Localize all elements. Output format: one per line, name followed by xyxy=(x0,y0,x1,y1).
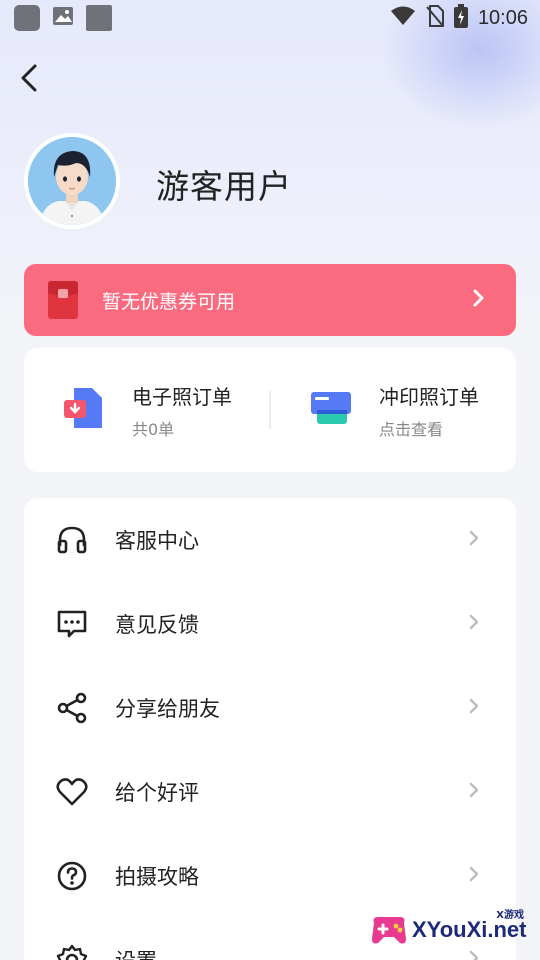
orders-card: 电子照订单 共0单 冲印照订单 点击查看 xyxy=(24,348,516,472)
print-order-icon xyxy=(309,386,353,434)
e-photo-order-icon xyxy=(62,386,106,434)
status-bar: 10:06 xyxy=(0,0,540,36)
username[interactable]: 游客用户 xyxy=(156,160,292,208)
chevron-right-icon xyxy=(468,780,480,804)
menu-item-feedback[interactable]: 意见反馈 xyxy=(24,582,516,666)
back-button[interactable] xyxy=(16,60,46,96)
menu-label: 拍摄攻略 xyxy=(115,865,199,889)
chevron-left-icon xyxy=(21,64,37,92)
chevron-right-icon xyxy=(468,696,480,720)
menu-label: 客服中心 xyxy=(115,529,199,553)
print-order-button[interactable]: 冲印照订单 点击查看 xyxy=(271,381,516,440)
no-sim-icon xyxy=(426,4,444,32)
watermark-small-text: X游戏 xyxy=(496,910,524,921)
chevron-right-icon xyxy=(472,288,486,312)
battery-charging-icon xyxy=(453,3,468,33)
chevron-right-icon xyxy=(468,864,480,888)
menu-label: 设置 xyxy=(115,945,157,960)
chevron-right-icon xyxy=(468,528,480,552)
share-icon xyxy=(56,692,88,724)
wifi-icon xyxy=(390,6,416,31)
menu-item-customer-service[interactable]: 客服中心 xyxy=(24,498,516,582)
settings-icon xyxy=(56,944,88,960)
watermark: XYouXi.net X游戏 xyxy=(368,902,536,958)
gallery-notification-icon xyxy=(52,6,74,30)
e-photo-order-button[interactable]: 电子照订单 共0单 xyxy=(24,381,269,440)
notification-app-icon xyxy=(14,5,40,31)
menu-label: 意见反馈 xyxy=(115,613,199,637)
e-photo-order-count: 共0单 xyxy=(132,419,175,439)
coupon-text: 暂无优惠券可用 xyxy=(102,290,236,313)
coupon-banner[interactable]: 暂无优惠券可用 xyxy=(24,264,516,336)
avatar-image xyxy=(28,137,116,225)
menu-item-rate[interactable]: 给个好评 xyxy=(24,750,516,834)
print-order-title: 冲印照订单 xyxy=(379,384,479,409)
status-time: 10:06 xyxy=(477,6,528,29)
menu-list: 客服中心 意见反馈 分享给朋友 给个好评 拍摄攻略 设置 xyxy=(24,498,516,960)
avatar[interactable] xyxy=(24,133,120,229)
app-notification-icon xyxy=(86,5,112,31)
menu-label: 分享给朋友 xyxy=(115,697,220,721)
feedback-icon xyxy=(56,608,88,640)
menu-item-share[interactable]: 分享给朋友 xyxy=(24,666,516,750)
red-envelope-icon xyxy=(46,279,80,321)
menu-label: 给个好评 xyxy=(115,781,199,805)
print-order-hint: 点击查看 xyxy=(379,419,444,439)
e-photo-order-title: 电子照订单 xyxy=(132,384,232,409)
heart-icon xyxy=(56,776,88,808)
chevron-right-icon xyxy=(468,612,480,636)
gamepad-logo-icon xyxy=(368,909,410,951)
help-icon xyxy=(56,860,88,892)
headset-icon xyxy=(56,524,88,556)
